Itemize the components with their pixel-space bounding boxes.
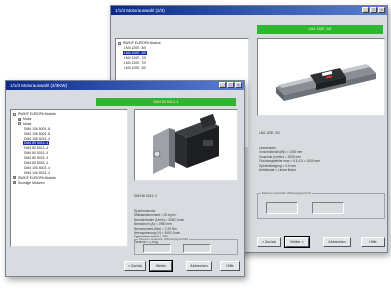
servo-motor-image bbox=[153, 113, 219, 174]
tree-item-label: DM4 106 5003..4 bbox=[24, 165, 51, 170]
back-product-header: LM4 120E .3/0 bbox=[257, 25, 383, 34]
back-product-image bbox=[257, 38, 385, 116]
front-product-header: DM4 80 5013..4 bbox=[96, 98, 236, 106]
tree-item-label: DM4 80 5013..4 bbox=[24, 146, 49, 151]
back-info-title: LM4 120E .3/0 bbox=[259, 130, 280, 135]
back-help-button[interactable]: Hilfe bbox=[361, 237, 385, 247]
tree-item-label: Motor bbox=[23, 116, 32, 121]
tree-item[interactable]: + Sonstige Motoren bbox=[13, 181, 46, 186]
front-cancel-button[interactable]: Abbrechen bbox=[186, 261, 212, 271]
tree-item[interactable]: DM4 106 5003..4 bbox=[23, 166, 51, 171]
front-product-header-label: DM4 80 5013..4 bbox=[153, 100, 179, 104]
tree-item-label: LM4 120E .7/0 bbox=[124, 60, 147, 65]
tree-item[interactable]: DM4 106 5013..4 bbox=[23, 171, 51, 176]
back-next-button[interactable]: Weiter > bbox=[284, 236, 310, 248]
tree-item-label: DM4 106 5013..4 bbox=[24, 136, 51, 141]
close-icon[interactable]: × bbox=[235, 82, 242, 88]
tree-item[interactable]: DM4 80 5033..4 bbox=[23, 161, 49, 166]
back-field-2[interactable] bbox=[312, 202, 344, 214]
front-product-tree[interactable]: - RWK/F EUROPA Module + Motor - Motor DM4 106 … bbox=[10, 109, 128, 247]
tree-item[interactable]: LM4 120E .3/0 bbox=[123, 66, 147, 71]
maximize-icon[interactable]: □ bbox=[370, 7, 377, 13]
tree-item[interactable]: - Motor bbox=[18, 122, 33, 127]
maximize-icon[interactable]: □ bbox=[227, 82, 234, 88]
close-icon[interactable]: × bbox=[378, 7, 385, 13]
tree-item-label: LM4 120E .3/0 bbox=[124, 45, 147, 50]
tree-item[interactable]: - RWK/F EUROPA Module bbox=[13, 112, 57, 117]
front-help-button[interactable]: Hilfe bbox=[220, 261, 240, 271]
tree-item[interactable]: LM4 120E .7/0 bbox=[123, 56, 147, 61]
tree-item[interactable]: + Motor bbox=[18, 117, 33, 122]
front-field-2[interactable] bbox=[183, 244, 211, 253]
back-window-title: 1/1/3 Motorauswahl (2/3) bbox=[115, 8, 165, 13]
front-info-title: DM4 80 5013..4 bbox=[134, 193, 157, 198]
front-product-image bbox=[134, 109, 238, 181]
front-window-titlebar: 1/1/3 Motorauswahl (2/3KW) _ □ × bbox=[6, 81, 244, 90]
tree-item-label: RWK/F EUROPA Module bbox=[18, 175, 56, 180]
tree-item[interactable]: DM4 80 5013..4 bbox=[23, 141, 50, 146]
tree-item-label: DM4 106 5003..8 bbox=[24, 126, 51, 131]
tree-item-label: Sonstige Motoren bbox=[18, 180, 45, 185]
expand-icon[interactable]: + bbox=[18, 117, 21, 121]
tree-item-label: DM4 106 5013..4 bbox=[24, 170, 51, 175]
tree-item[interactable]: DM4 80 5013..4 bbox=[23, 146, 49, 151]
front-back-button[interactable]: < Zurück bbox=[124, 261, 146, 271]
spec-line: Antriebsart = Linear Motor bbox=[259, 168, 296, 173]
tree-item[interactable]: LM4 120E .3/0 bbox=[123, 50, 148, 56]
collapse-icon[interactable]: - bbox=[13, 112, 16, 116]
tree-item[interactable]: DM4 80 5013..4 bbox=[23, 151, 49, 156]
tree-item-label: DM4 80 5013..4 bbox=[24, 151, 49, 156]
front-group-caption: Motoren-Auswahl: Wirkungsgrad DM bbox=[138, 237, 190, 241]
tree-item[interactable]: - RWK/F EUROPA Module bbox=[118, 41, 162, 46]
front-window: 1/1/3 Motorauswahl (2/3KW) _ □ × DM4 80 … bbox=[5, 80, 245, 277]
front-field-1[interactable] bbox=[143, 244, 171, 253]
tree-item[interactable]: DM4 106 5013..4 bbox=[23, 137, 51, 142]
front-motor-group: Motoren-Auswahl: Wirkungsgrad DM bbox=[134, 237, 238, 255]
back-motor-group: Motoren-Auswahl: Wirkungsgrad LM bbox=[257, 191, 385, 219]
tree-item-label: LM4 120E .7/0 bbox=[124, 55, 147, 60]
front-product-info: DM4 80 5013..4 Synchronmotor Stillstandsm… bbox=[134, 185, 238, 244]
tree-item-label: DM4 80 5013..4 bbox=[23, 141, 50, 146]
collapse-icon[interactable]: - bbox=[118, 41, 121, 45]
tree-item-label: DM4 106 5004..8 bbox=[24, 131, 51, 136]
tree-item[interactable]: DM4 106 5003..8 bbox=[23, 127, 51, 132]
back-group-caption: Motoren-Auswahl: Wirkungsgrad LM bbox=[261, 191, 312, 195]
minimize-icon[interactable]: _ bbox=[219, 82, 226, 88]
tree-item[interactable]: DM4 80 5023..4 bbox=[23, 156, 49, 161]
tree-item[interactable]: LM4 120E .7/0 bbox=[123, 61, 147, 66]
tree-item-label: DM4 80 5023..4 bbox=[24, 156, 49, 161]
back-product-header-label: LM4 120E .3/0 bbox=[308, 27, 332, 31]
minimize-icon[interactable]: _ bbox=[362, 7, 369, 13]
tree-item-label: RWK/F EUROPA Module bbox=[18, 112, 56, 116]
tree-item-label: RWK/F EUROPA Module bbox=[123, 41, 161, 45]
tree-item-label: LM4 120E .3/0 bbox=[124, 65, 147, 70]
tree-item-label: Motor bbox=[23, 121, 32, 126]
back-cancel-button[interactable]: Abbrechen bbox=[323, 237, 351, 247]
back-back-button[interactable]: < Zurück bbox=[257, 237, 281, 247]
front-next-button[interactable]: Weiter bbox=[149, 260, 173, 272]
back-field-1[interactable] bbox=[266, 202, 298, 214]
front-window-title: 1/1/3 Motorauswahl (2/3KW) bbox=[10, 83, 68, 88]
linear-module-image bbox=[276, 64, 376, 101]
tree-item-label: DM4 80 5033..4 bbox=[24, 161, 49, 165]
tree-item[interactable]: LM4 120E .3/0 bbox=[123, 46, 147, 51]
tree-item[interactable]: + RWK/F EUROPA Module bbox=[13, 176, 57, 181]
expand-icon[interactable]: + bbox=[13, 176, 16, 180]
collapse-icon[interactable]: - bbox=[18, 122, 21, 126]
back-window-titlebar: 1/1/3 Motorauswahl (2/3) _ □ × bbox=[111, 6, 387, 15]
tree-item-label: LM4 120E .3/0 bbox=[123, 50, 148, 55]
back-product-info: LM4 120E .3/0 Linearmotor Vorschubkraft (… bbox=[259, 122, 385, 192]
expand-icon[interactable]: + bbox=[13, 181, 16, 185]
tree-item[interactable]: DM4 106 5004..8 bbox=[23, 132, 51, 137]
